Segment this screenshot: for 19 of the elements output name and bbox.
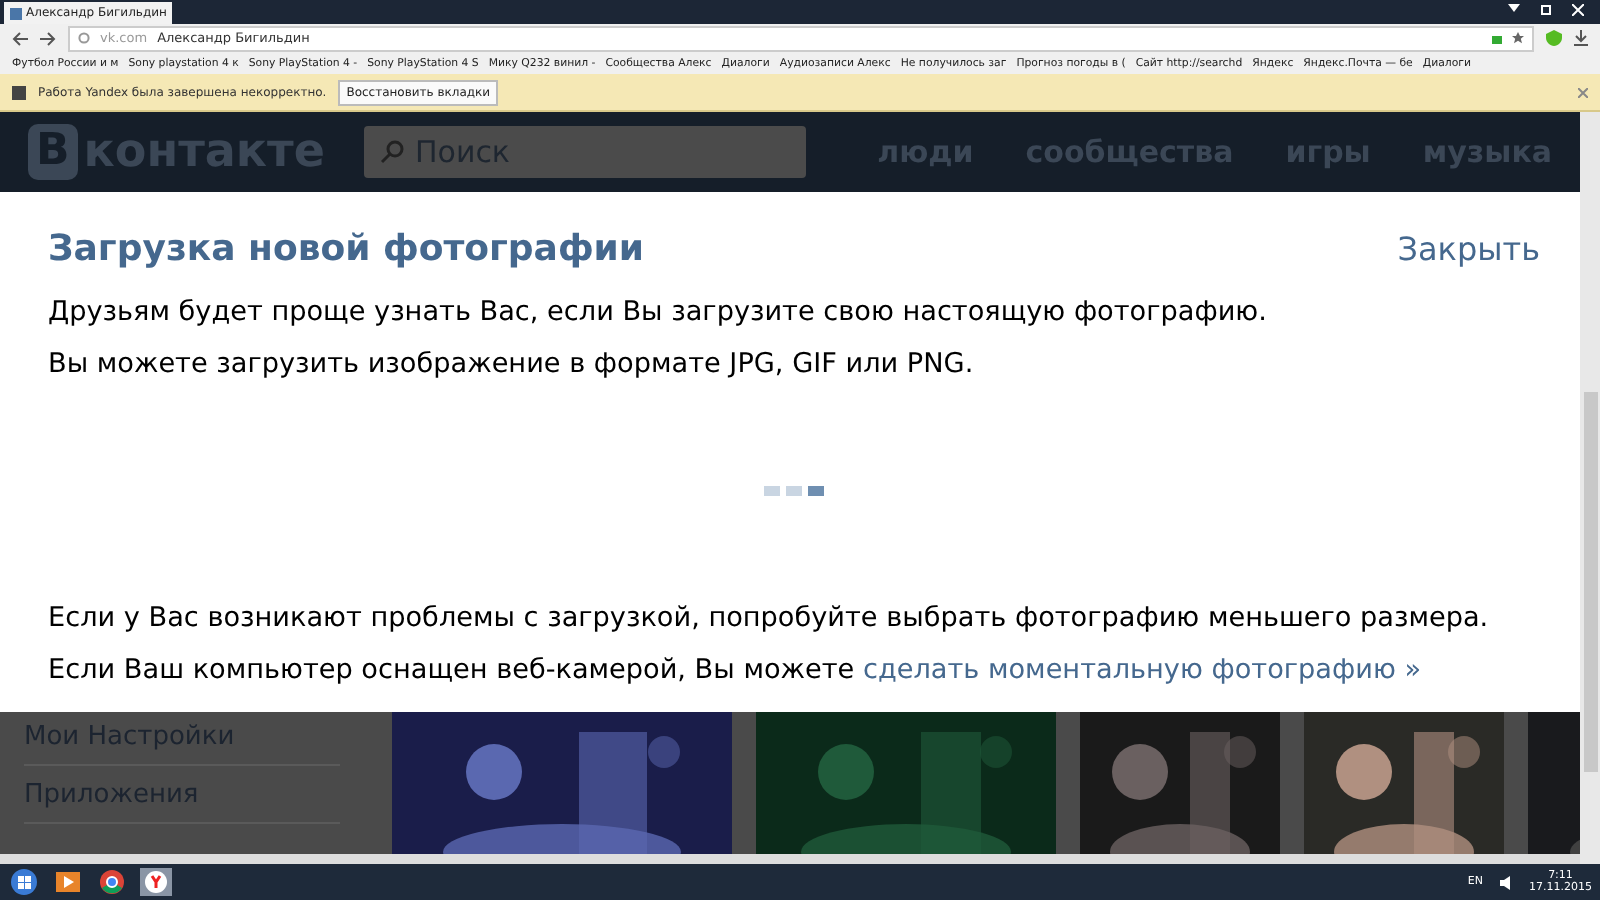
start-icon[interactable] bbox=[8, 868, 40, 896]
back-icon[interactable] bbox=[12, 31, 28, 45]
dialog-text: Если Ваш компьютер оснащен веб-камерой, Вы можете сделать моментальную фотографию » bbox=[48, 652, 1424, 688]
chrome-icon[interactable] bbox=[96, 868, 128, 896]
close-link[interactable]: Закрыть bbox=[1397, 230, 1540, 268]
yandex-browser-icon[interactable] bbox=[140, 868, 172, 896]
speaker-icon[interactable] bbox=[1499, 875, 1513, 889]
site-icon bbox=[10, 7, 22, 19]
media-player-icon[interactable] bbox=[52, 868, 84, 896]
dialog-text: Друзьям будет проще узнать Вас, если Вы загрузите свою настоящую фотографию. bbox=[48, 294, 1269, 330]
dialog-title: Загрузка новой фотографии bbox=[48, 228, 645, 270]
dialog-text: Если у Вас возникают проблемы с загрузкой, попробуйте выбрать фотографию меньшего размера. bbox=[48, 600, 1491, 636]
star-icon[interactable] bbox=[1512, 32, 1524, 44]
forward-icon[interactable] bbox=[40, 31, 56, 45]
search-icon bbox=[380, 140, 405, 164]
webcam-link[interactable]: сделать моментальную фотографию » bbox=[862, 654, 1422, 686]
download-icon[interactable] bbox=[1574, 30, 1588, 46]
dialog-text: Вы можете загрузить изображение в формате JPG, GIF или PNG. bbox=[48, 346, 976, 382]
maximize-icon[interactable] bbox=[1540, 4, 1552, 16]
